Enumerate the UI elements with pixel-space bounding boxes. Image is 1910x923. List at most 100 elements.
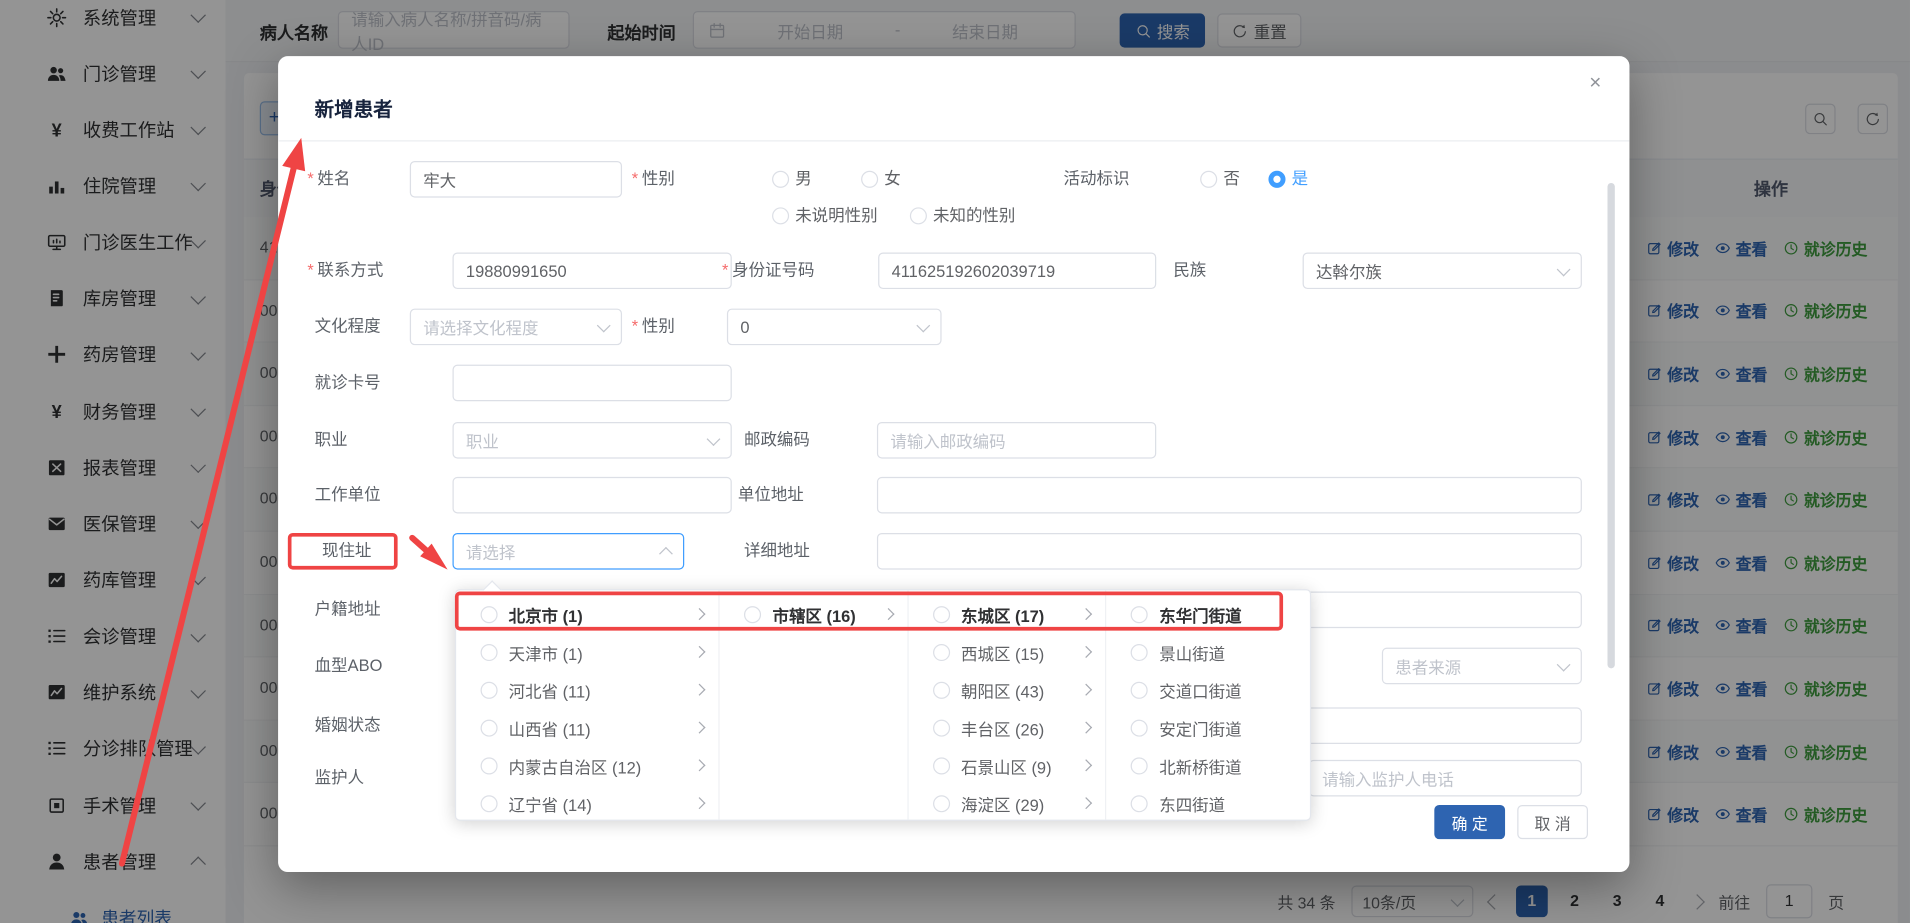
- radio-gender-unstated[interactable]: [772, 207, 789, 224]
- radio-female[interactable]: [861, 171, 878, 188]
- radio-gender-unknown[interactable]: [910, 207, 927, 224]
- radio-icon: [933, 643, 950, 660]
- chevron-right-icon: [1081, 684, 1093, 696]
- detail-address-label: 详细地址: [744, 533, 810, 570]
- contact-input[interactable]: 19880991650: [452, 252, 731, 289]
- cascade-option-label: 北京市 (1): [509, 602, 583, 626]
- cascade-option-label: 海淀区 (29): [961, 791, 1044, 815]
- work-unit-label: 工作单位: [315, 477, 381, 514]
- cascade-option[interactable]: 北京市 (1): [456, 595, 719, 633]
- modal-title: 新增患者: [315, 93, 393, 122]
- radio-icon: [1131, 643, 1148, 660]
- chevron-up-icon: [659, 547, 673, 561]
- blood-type-label: 血型ABO: [315, 648, 383, 685]
- occupation-label: 职业: [315, 422, 348, 459]
- ethnicity-select[interactable]: 达斡尔族: [1303, 252, 1582, 289]
- radio-active-yes[interactable]: [1268, 171, 1285, 188]
- close-icon[interactable]: ×: [1589, 71, 1601, 95]
- work-address-label: 单位地址: [738, 477, 804, 514]
- cascade-option[interactable]: 朝阳区 (43): [909, 671, 1106, 709]
- postal-label: 邮政编码: [744, 422, 810, 459]
- cascade-option[interactable]: 山西省 (11): [456, 709, 719, 747]
- cascade-option[interactable]: 辽宁省 (14): [456, 784, 719, 819]
- occupation-select[interactable]: 职业: [452, 422, 731, 459]
- cascade-option[interactable]: 石景山区 (9): [909, 746, 1106, 784]
- cascade-option[interactable]: 安定门街道: [1107, 709, 1310, 747]
- radio-female-label[interactable]: 女: [884, 161, 900, 198]
- chevron-right-icon: [694, 684, 706, 696]
- cascade-option-label: 石景山区 (9): [961, 753, 1052, 777]
- radio-icon: [1131, 757, 1148, 774]
- cascade-option[interactable]: 东城区 (17): [909, 595, 1106, 633]
- cascade-option-label: 北新桥街道: [1159, 753, 1241, 777]
- patient-source-select[interactable]: 患者来源: [1382, 648, 1582, 685]
- radio-icon: [481, 795, 498, 812]
- radio-icon: [933, 606, 950, 623]
- cascade-option[interactable]: 交道口街道: [1107, 671, 1310, 709]
- radio-icon: [933, 719, 950, 736]
- chevron-right-icon: [694, 721, 706, 733]
- radio-icon: [481, 643, 498, 660]
- visit-card-input[interactable]: [452, 365, 731, 402]
- cascade-option-label: 辽宁省 (14): [509, 791, 592, 815]
- add-patient-modal: 新增患者 × *姓名 牢大 *性别 男 女 活动标识 否 是 未说明性别 未知的…: [278, 56, 1629, 872]
- cascade-option-label: 景山街道: [1159, 640, 1225, 664]
- cascade-option[interactable]: 内蒙古自治区 (12): [456, 746, 719, 784]
- radio-gender-unknown-label[interactable]: 未知的性别: [933, 198, 1015, 235]
- postal-input[interactable]: 请输入邮政编码: [877, 422, 1156, 459]
- cascade-option[interactable]: 丰台区 (26): [909, 709, 1106, 747]
- radio-active-yes-label[interactable]: 是: [1292, 161, 1308, 198]
- education-label: 文化程度: [315, 309, 381, 346]
- cascade-option[interactable]: 市辖区 (16): [720, 595, 907, 633]
- radio-male-label[interactable]: 男: [795, 161, 811, 198]
- work-address-input[interactable]: [877, 477, 1582, 514]
- chevron-right-icon: [1081, 721, 1093, 733]
- confirm-button[interactable]: 确 定: [1434, 805, 1505, 839]
- chevron-down-icon: [916, 318, 930, 332]
- marital-status-label: 婚姻状态: [315, 707, 381, 744]
- radio-icon: [1131, 719, 1148, 736]
- current-address-cascader[interactable]: 请选择: [452, 533, 684, 570]
- cascade-option[interactable]: 东四街道: [1107, 784, 1310, 819]
- guardian-phone-input[interactable]: 请输入监护人电话: [1309, 760, 1582, 797]
- radio-icon: [933, 681, 950, 698]
- chevron-right-icon: [882, 608, 894, 620]
- gender2-label: *性别: [632, 309, 675, 346]
- cascade-option-label: 丰台区 (26): [961, 715, 1044, 739]
- detail-address-input[interactable]: [877, 533, 1582, 570]
- radio-active-no-label[interactable]: 否: [1223, 161, 1239, 198]
- chevron-right-icon: [1081, 646, 1093, 658]
- gender2-select[interactable]: 0: [727, 309, 942, 346]
- radio-active-no[interactable]: [1200, 171, 1217, 188]
- guardian-label: 监护人: [315, 760, 364, 797]
- cascade-option[interactable]: 河北省 (11): [456, 671, 719, 709]
- chevron-right-icon: [1081, 608, 1093, 620]
- cascade-option[interactable]: 东华门街道: [1107, 595, 1310, 633]
- id-number-input[interactable]: 411625192602039719: [878, 252, 1156, 289]
- radio-male[interactable]: [772, 171, 789, 188]
- cascade-option-label: 天津市 (1): [509, 640, 583, 664]
- cascade-column-street: 东华门街道 景山街道 交道口街道: [1107, 590, 1310, 819]
- cascade-option-label: 东四街道: [1159, 791, 1225, 815]
- household-address-label: 户籍地址: [315, 592, 381, 629]
- modal-scrollbar[interactable]: [1608, 183, 1615, 668]
- cancel-button[interactable]: 取 消: [1517, 805, 1588, 839]
- cascade-option[interactable]: 海淀区 (29): [909, 784, 1106, 819]
- address-cascade-panel: 北京市 (1) 天津市 (1) 河北省 (11): [455, 589, 1311, 821]
- id-number-label: *身份证号码: [722, 252, 814, 289]
- radio-gender-unstated-label[interactable]: 未说明性别: [795, 198, 877, 235]
- chevron-down-icon: [597, 318, 611, 332]
- cascade-option[interactable]: 天津市 (1): [456, 633, 719, 671]
- cascade-option[interactable]: 西城区 (15): [909, 633, 1106, 671]
- visit-card-label: 就诊卡号: [315, 365, 381, 402]
- chevron-right-icon: [1081, 759, 1093, 771]
- education-select[interactable]: 请选择文化程度: [410, 309, 622, 346]
- name-input[interactable]: 牢大: [410, 161, 622, 198]
- cascade-option[interactable]: 景山街道: [1107, 633, 1310, 671]
- cascade-option-label: 内蒙古自治区 (12): [509, 753, 642, 777]
- cascade-column-district: 东城区 (17) 西城区 (15) 朝阳区 (43): [909, 590, 1107, 819]
- work-unit-input[interactable]: [452, 477, 731, 514]
- cascade-option[interactable]: 北新桥街道: [1107, 746, 1310, 784]
- chevron-down-icon: [1557, 262, 1571, 276]
- contact-label: *联系方式: [307, 252, 383, 289]
